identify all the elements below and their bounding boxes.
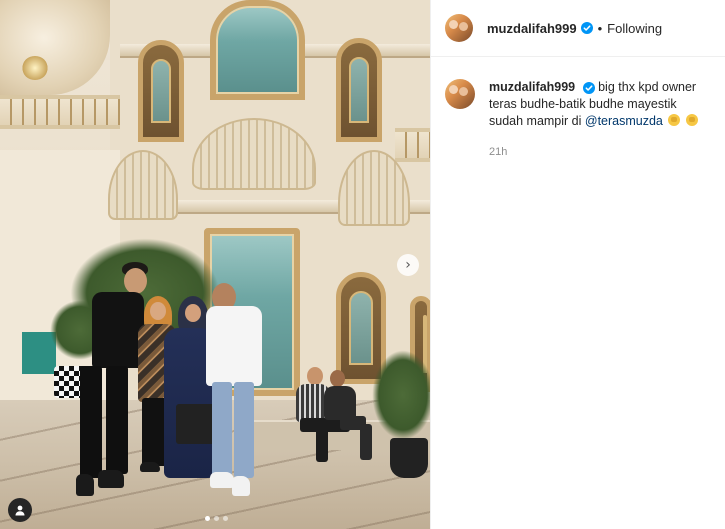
carousel-dot [205, 516, 210, 521]
following-button[interactable]: Following [607, 21, 662, 36]
carousel-dot [223, 516, 228, 521]
caption-mention-link[interactable]: @terasmuzda [585, 114, 663, 128]
user-tags-button[interactable] [8, 498, 32, 522]
verified-badge-icon [580, 22, 593, 34]
hands-emoji-icon [685, 114, 698, 126]
post-header: muzdalifah999 • Following [431, 0, 725, 57]
photo-ceiling [0, 0, 110, 95]
caption-avatar[interactable] [445, 79, 475, 109]
right-planter [390, 438, 428, 478]
upper-left-window [138, 40, 184, 142]
verified-badge-icon [582, 81, 595, 94]
carousel-next-button[interactable]: › [397, 254, 419, 276]
upper-center-window [210, 0, 305, 100]
carousel-indicator [205, 516, 228, 521]
author-username[interactable]: muzdalifah999 [487, 21, 577, 36]
user-tag-icon [15, 505, 25, 516]
header-separator: • [597, 20, 603, 36]
caption-body: muzdalifah999 big thx kpd owner teras bu… [489, 79, 709, 161]
chevron-right-icon: › [405, 257, 411, 273]
post-side-panel: muzdalifah999 • Following muzdalifah999 … [430, 0, 725, 529]
carousel-dot [214, 516, 219, 521]
caption-timestamp[interactable]: 21h [489, 144, 709, 161]
right-balcony [395, 128, 430, 162]
upper-right-window [336, 38, 382, 142]
left-balcony [0, 95, 120, 129]
chandelier [22, 56, 48, 80]
caption-comment: muzdalifah999 big thx kpd owner teras bu… [431, 57, 725, 161]
post-photo[interactable]: › [0, 0, 430, 529]
instagram-post: › muzdalifah999 • Following muzdalifah99… [0, 0, 725, 529]
caption-username[interactable]: muzdalifah999 [489, 80, 575, 94]
author-avatar[interactable] [445, 14, 473, 42]
hands-emoji-icon [668, 114, 681, 126]
right-plant [372, 350, 430, 440]
